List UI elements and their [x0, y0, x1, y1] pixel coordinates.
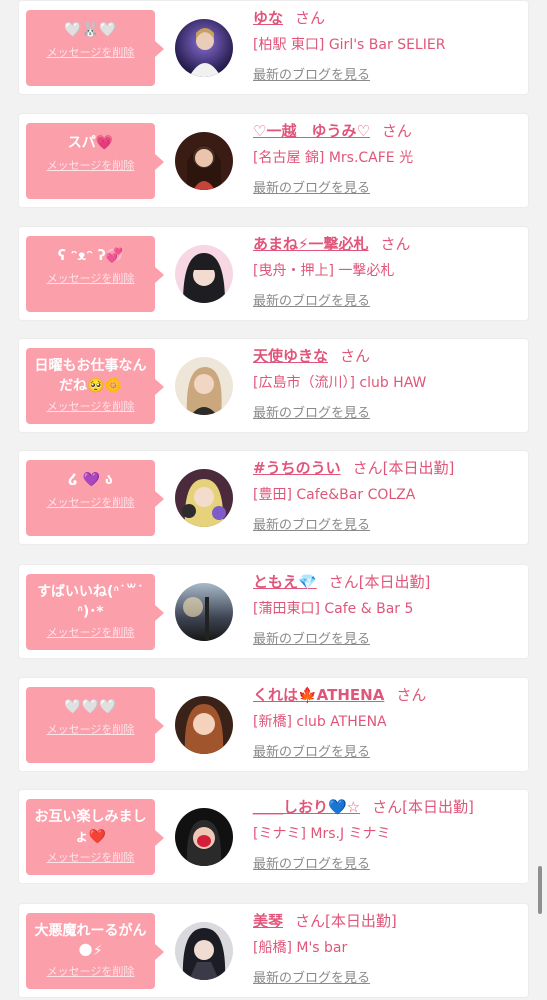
cast-name-link[interactable]: ＿＿しおり💙☆ — [253, 798, 360, 816]
message-bubble: 大悪魔れーるがん🌑⚡ メッセージを削除 — [26, 913, 164, 989]
cast-name-link[interactable]: ゆな — [253, 9, 283, 27]
avatar[interactable] — [175, 469, 233, 527]
honorific: さん — [295, 9, 326, 27]
delete-message-link[interactable]: メッセージを削除 — [32, 398, 149, 414]
shop-name: [広島市（流川）] club HAW — [253, 375, 427, 391]
honorific: さん — [352, 459, 383, 477]
message-bubble: ໒ 💜 ა メッセージを削除 — [26, 460, 164, 536]
entry-info: ともえ💎 さん[本日出勤] [蒲田東口] Cafe & Bar 5 最新のブログを… — [253, 571, 520, 647]
delete-message-link[interactable]: メッセージを削除 — [32, 157, 149, 173]
delete-message-link[interactable]: メッセージを削除 — [32, 494, 149, 510]
latest-blog-link[interactable]: 最新のブログを見る — [253, 290, 370, 309]
latest-blog-link[interactable]: 最新のブログを見る — [253, 402, 370, 421]
scrollbar-thumb[interactable] — [538, 866, 542, 914]
entry-info: ゆな さん [柏駅 東口] Girl's Bar SELIER 最新のブログを見る — [253, 7, 520, 83]
cast-name-link[interactable]: ともえ💎 — [253, 573, 317, 591]
entry-info: ♡一越 ゆうみ♡ さん [名古屋 錦] Mrs.CAFE 光 最新のブログを見る — [253, 120, 520, 196]
honorific: さん — [396, 686, 427, 704]
honorific: さん — [380, 235, 411, 253]
avatar[interactable] — [175, 808, 233, 866]
cast-name-link[interactable]: 天使ゆきな — [253, 347, 328, 365]
avatar[interactable] — [175, 132, 233, 190]
cast-name-link[interactable]: くれは🍁ATHENA — [253, 686, 384, 704]
avatar[interactable] — [175, 583, 233, 641]
honorific: さん — [372, 798, 403, 816]
work-status: [本日出勤] — [402, 798, 474, 816]
delete-message-link[interactable]: メッセージを削除 — [32, 270, 149, 286]
message-text: 日曜もお仕事なんだね🥺🌼 — [34, 358, 147, 394]
cast-name-link[interactable]: #うちのうい — [253, 459, 341, 477]
work-status: [本日出勤] — [325, 912, 397, 930]
message-text: ʕ ᵔᴥᵔ ʔ💞 — [57, 248, 124, 264]
delete-message-link[interactable]: メッセージを削除 — [32, 849, 149, 865]
shop-name: [豊田] Cafe&Bar COLZA — [253, 487, 416, 503]
message-text: すばいいね(ᐢ˙꒳˙ᐢ)‪‪･* — [37, 584, 144, 620]
list-item: ʕ ᵔᴥᵔ ʔ💞 メッセージを削除 あまね⚡一撃必札 さん [曳舟・押上] 一撃必… — [19, 227, 528, 320]
latest-blog-link[interactable]: 最新のブログを見る — [253, 967, 370, 986]
delete-message-link[interactable]: メッセージを削除 — [32, 721, 149, 737]
message-text: 🤍🤍🤍 — [64, 699, 117, 715]
shop-name: [新橋] club ATHENA — [253, 714, 387, 730]
honorific: さん — [340, 347, 371, 365]
list-item: 🤍🐰🤍 メッセージを削除 ゆな さん [柏駅 東口] Girl's Bar SEL… — [19, 1, 528, 94]
shop-name: [船橋] M's bar — [253, 940, 348, 956]
cast-name-link[interactable]: あまね⚡一撃必札 — [253, 235, 369, 253]
latest-blog-link[interactable]: 最新のブログを見る — [253, 64, 370, 83]
entry-info: ＿＿しおり💙☆ さん[本日出勤] [ミナミ] Mrs.J ミナミ 最新のブログを見… — [253, 796, 520, 872]
message-list: 🤍🐰🤍 メッセージを削除 ゆな さん [柏駅 東口] Girl's Bar SEL… — [0, 0, 547, 1000]
list-item: 🤍🤍🤍 メッセージを削除 くれは🍁ATHENA さん [新橋] club ATHE… — [19, 678, 528, 771]
delete-message-link[interactable]: メッセージを削除 — [32, 44, 149, 60]
message-bubble: 日曜もお仕事なんだね🥺🌼 メッセージを削除 — [26, 348, 164, 424]
avatar[interactable] — [175, 922, 233, 980]
cast-name-link[interactable]: 美琴 — [253, 912, 283, 930]
message-text: ໒ 💜 ა — [68, 472, 113, 488]
message-bubble: スパ💗 メッセージを削除 — [26, 123, 164, 199]
list-item: 大悪魔れーるがん🌑⚡ メッセージを削除 美琴 さん[本日出勤] [船橋] M's … — [19, 904, 528, 997]
list-item: ໒ 💜 ა メッセージを削除 #うちのうい さん[本日出勤] [豊田] Cafe&… — [19, 451, 528, 544]
shop-name: [ミナミ] Mrs.J ミナミ — [253, 826, 391, 842]
cast-name-link[interactable]: ♡一越 ゆうみ♡ — [253, 122, 370, 140]
entry-info: くれは🍁ATHENA さん [新橋] club ATHENA 最新のブログを見る — [253, 684, 520, 760]
list-item: スパ💗 メッセージを削除 ♡一越 ゆうみ♡ さん [名古屋 錦] Mrs.CAFE… — [19, 114, 528, 207]
shop-name: [曳舟・押上] 一撃必札 — [253, 263, 395, 279]
message-text: 🤍🐰🤍 — [64, 22, 117, 38]
avatar[interactable] — [175, 696, 233, 754]
message-bubble: 🤍🐰🤍 メッセージを削除 — [26, 10, 164, 86]
message-bubble: ʕ ᵔᴥᵔ ʔ💞 メッセージを削除 — [26, 236, 164, 312]
latest-blog-link[interactable]: 最新のブログを見る — [253, 177, 370, 196]
latest-blog-link[interactable]: 最新のブログを見る — [253, 628, 370, 647]
work-status: [本日出勤] — [358, 573, 431, 591]
honorific: さん — [381, 122, 412, 140]
entry-info: #うちのうい さん[本日出勤] [豊田] Cafe&Bar COLZA 最新のブロ… — [253, 457, 520, 533]
avatar[interactable] — [175, 19, 233, 77]
entry-info: 天使ゆきな さん [広島市（流川）] club HAW 最新のブログを見る — [253, 345, 520, 421]
latest-blog-link[interactable]: 最新のブログを見る — [253, 853, 370, 872]
avatar[interactable] — [175, 357, 233, 415]
shop-name: [名古屋 錦] Mrs.CAFE 光 — [253, 150, 414, 166]
work-status: [本日出勤] — [382, 459, 455, 477]
message-bubble: 🤍🤍🤍 メッセージを削除 — [26, 687, 164, 763]
list-item: お互い楽しみましょ❤️ メッセージを削除 ＿＿しおり💙☆ さん[本日出勤] [ミナ… — [19, 790, 528, 883]
message-bubble: すばいいね(ᐢ˙꒳˙ᐢ)‪‪･* メッセージを削除 — [26, 574, 164, 650]
list-item: 日曜もお仕事なんだね🥺🌼 メッセージを削除 天使ゆきな さん [広島市（流川）] … — [19, 339, 528, 432]
entry-info: あまね⚡一撃必札 さん [曳舟・押上] 一撃必札 最新のブログを見る — [253, 233, 520, 309]
message-text: お互い楽しみましょ❤️ — [34, 809, 147, 845]
shop-name: [柏駅 東口] Girl's Bar SELIER — [253, 37, 446, 53]
list-item: すばいいね(ᐢ˙꒳˙ᐢ)‪‪･* メッセージを削除 ともえ💎 さん[本日出勤] [… — [19, 565, 528, 658]
message-text: 大悪魔れーるがん🌑⚡ — [34, 923, 147, 959]
honorific: さん — [328, 573, 359, 591]
message-text: スパ💗 — [67, 135, 114, 151]
latest-blog-link[interactable]: 最新のブログを見る — [253, 514, 370, 533]
message-bubble: お互い楽しみましょ❤️ メッセージを削除 — [26, 799, 164, 875]
latest-blog-link[interactable]: 最新のブログを見る — [253, 741, 370, 760]
honorific: さん — [295, 912, 326, 930]
avatar[interactable] — [175, 245, 233, 303]
entry-info: 美琴 さん[本日出勤] [船橋] M's bar 最新のブログを見る — [253, 910, 520, 986]
shop-name: [蒲田東口] Cafe & Bar 5 — [253, 601, 414, 617]
delete-message-link[interactable]: メッセージを削除 — [32, 963, 149, 979]
delete-message-link[interactable]: メッセージを削除 — [32, 624, 149, 640]
